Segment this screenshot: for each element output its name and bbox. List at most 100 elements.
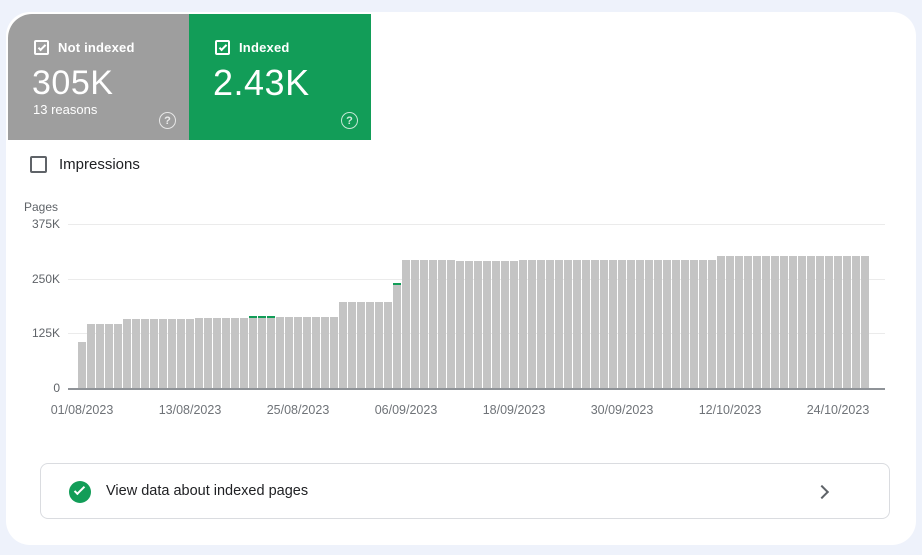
not-indexed-bar	[492, 261, 500, 388]
not-indexed-bar	[114, 324, 122, 388]
indexed-card[interactable]: Indexed 2.43K ?	[189, 14, 371, 140]
not-indexed-bar	[366, 302, 374, 388]
view-indexed-data-label: View data about indexed pages	[106, 483, 309, 499]
not-indexed-bar	[384, 302, 392, 388]
not-indexed-bar	[222, 318, 230, 388]
not-indexed-bar	[186, 319, 194, 388]
indexed-checkbox[interactable]	[215, 40, 230, 55]
not-indexed-reasons: 13 reasons	[33, 102, 98, 117]
not-indexed-bar	[168, 319, 176, 388]
impressions-label: Impressions	[59, 156, 140, 173]
not-indexed-bar	[357, 302, 365, 388]
not-indexed-bar	[330, 317, 338, 388]
not-indexed-bar	[735, 256, 743, 388]
x-tick-label: 06/09/2023	[374, 403, 438, 417]
chevron-right-icon[interactable]	[814, 484, 830, 500]
not-indexed-bar	[402, 260, 410, 388]
not-indexed-label: Not indexed	[58, 40, 135, 55]
not-indexed-bar	[177, 319, 185, 388]
y-tick-label: 0	[53, 381, 60, 395]
not-indexed-bar	[285, 317, 293, 388]
not-indexed-bar	[267, 318, 275, 388]
check-circle-icon	[69, 481, 91, 503]
not-indexed-bar	[573, 260, 581, 388]
not-indexed-bar	[843, 256, 851, 388]
not-indexed-bar	[627, 260, 635, 388]
not-indexed-bar	[339, 302, 347, 388]
not-indexed-bar	[591, 260, 599, 388]
not-indexed-bar	[87, 324, 95, 388]
not-indexed-bar	[438, 260, 446, 388]
not-indexed-bar	[195, 318, 203, 388]
not-indexed-card[interactable]: Not indexed 305K 13 reasons ?	[8, 14, 189, 140]
not-indexed-bar	[78, 342, 86, 388]
not-indexed-bar	[159, 319, 167, 388]
impressions-toggle-row[interactable]: Impressions	[30, 156, 140, 173]
not-indexed-bar	[546, 260, 554, 388]
not-indexed-bar	[447, 260, 455, 388]
not-indexed-bar	[690, 260, 698, 388]
not-indexed-bar	[600, 260, 608, 388]
x-tick-label: 18/09/2023	[482, 403, 546, 417]
not-indexed-bar	[789, 256, 797, 388]
not-indexed-bar	[852, 256, 860, 388]
not-indexed-checkbox[interactable]	[34, 40, 49, 55]
not-indexed-bar	[519, 260, 527, 388]
indexed-bar-segment	[393, 283, 401, 285]
not-indexed-bar	[96, 324, 104, 388]
not-indexed-bar	[672, 260, 680, 388]
not-indexed-bar	[537, 260, 545, 388]
not-indexed-bar	[510, 261, 518, 388]
not-indexed-card-header: Not indexed	[34, 40, 135, 55]
x-tick-label: 13/08/2023	[158, 403, 222, 417]
not-indexed-bar	[411, 260, 419, 388]
x-tick-label: 24/10/2023	[806, 403, 870, 417]
not-indexed-bar	[465, 261, 473, 388]
not-indexed-bar	[123, 319, 131, 388]
check-icon	[73, 483, 86, 496]
not-indexed-bar	[555, 260, 563, 388]
y-tick-label: 375K	[31, 217, 60, 231]
not-indexed-bar	[429, 260, 437, 388]
view-indexed-data-button[interactable]: View data about indexed pages	[40, 463, 890, 519]
x-axis-baseline	[68, 388, 885, 390]
not-indexed-bar	[618, 260, 626, 388]
not-indexed-bar	[249, 318, 257, 388]
not-indexed-bar	[861, 256, 869, 388]
not-indexed-bar	[393, 285, 401, 388]
not-indexed-bar	[528, 260, 536, 388]
indexed-card-header: Indexed	[215, 40, 290, 55]
y-axis-title: Pages	[24, 200, 59, 214]
x-tick-label: 01/08/2023	[50, 403, 114, 417]
not-indexed-bar	[204, 318, 212, 388]
not-indexed-bar	[213, 318, 221, 388]
not-indexed-bar	[231, 318, 239, 388]
indexed-bar-segment	[267, 316, 275, 318]
page-indexing-report: Not indexed 305K 13 reasons ? Indexed 2.…	[0, 0, 922, 555]
not-indexed-bar	[474, 261, 482, 388]
not-indexed-bar	[708, 260, 716, 388]
not-indexed-bar	[456, 261, 464, 388]
not-indexed-bar	[483, 261, 491, 388]
not-indexed-bar	[609, 260, 617, 388]
x-tick-label: 25/08/2023	[266, 403, 330, 417]
not-indexed-bar	[240, 318, 248, 388]
not-indexed-bar	[150, 319, 158, 388]
not-indexed-bar	[699, 260, 707, 388]
help-icon[interactable]: ?	[159, 112, 176, 129]
impressions-checkbox[interactable]	[30, 156, 47, 173]
not-indexed-bar	[105, 324, 113, 388]
y-tick-label: 250K	[31, 271, 60, 286]
check-icon	[37, 42, 47, 52]
not-indexed-bar	[744, 256, 752, 388]
not-indexed-bar	[645, 260, 653, 388]
not-indexed-bar	[807, 256, 815, 388]
not-indexed-bar	[825, 256, 833, 388]
indexed-bar-segment	[249, 316, 257, 318]
check-icon	[218, 42, 228, 52]
not-indexed-bar	[312, 317, 320, 388]
not-indexed-bar	[276, 317, 284, 388]
not-indexed-bar	[321, 317, 329, 388]
help-icon[interactable]: ?	[341, 112, 358, 129]
not-indexed-bar	[348, 302, 356, 388]
